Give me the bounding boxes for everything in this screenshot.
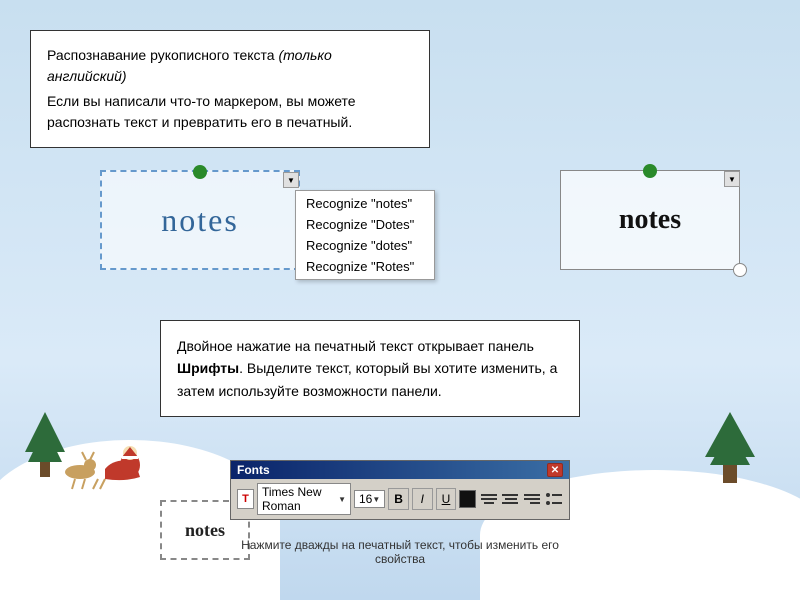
handwritten-dropdown-arrow[interactable]: ▼: [283, 172, 299, 188]
align-left-button[interactable]: [479, 489, 498, 509]
resize-handle[interactable]: [733, 263, 747, 277]
info-top-title: Распознавание рукописного текста (только…: [47, 45, 413, 87]
font-name-selector[interactable]: Times New Roman ▼: [257, 483, 351, 515]
fonts-caption: Нажмите дважды на печатный текст, чтобы …: [230, 538, 570, 566]
info-box-top: Распознавание рукописного текста (только…: [30, 30, 430, 148]
align-center-button[interactable]: [501, 489, 520, 509]
recognized-text: notes: [619, 204, 681, 236]
context-menu-item-3[interactable]: Recognize "dotes": [296, 235, 434, 256]
fonts-toolbar-body: T Times New Roman ▼ 16 ▼ B I U: [231, 479, 569, 519]
font-size-selector[interactable]: 16 ▼: [354, 490, 385, 508]
font-name-text: Times New Roman: [262, 485, 338, 513]
context-menu-item-1[interactable]: Recognize "notes": [296, 193, 434, 214]
context-menu-item-2[interactable]: Recognize "Dotes": [296, 214, 434, 235]
green-dot-left: [193, 165, 207, 179]
recognized-box: notes ▼: [560, 170, 740, 270]
fonts-toolbar-title: Fonts: [237, 463, 270, 477]
main-content: Распознавание рукописного текста (только…: [0, 0, 800, 600]
italic-text: (только английский): [47, 47, 332, 84]
info-top-description: Если вы написали что-то маркером, вы мож…: [47, 91, 413, 133]
fonts-titlebar: Fonts ✕: [231, 461, 569, 479]
context-menu: Recognize "notes" Recognize "Dotes" Reco…: [295, 190, 435, 280]
italic-button[interactable]: I: [412, 488, 433, 510]
fonts-caption-text: Нажмите дважды на печатный текст, чтобы …: [241, 538, 559, 566]
underline-button[interactable]: U: [436, 488, 457, 510]
list-button[interactable]: [544, 489, 563, 509]
info-box-bottom: Двойное нажатие на печатный текст открыв…: [160, 320, 580, 417]
recognition-area: notes ▼ Recognize "notes" Recognize "Dot…: [100, 160, 740, 290]
recognized-dropdown-arrow[interactable]: ▼: [724, 171, 740, 187]
context-menu-item-4[interactable]: Recognize "Rotes": [296, 256, 434, 277]
info-bottom-text1: Двойное нажатие на печатный текст открыв…: [177, 338, 534, 354]
info-bottom-bold: Шрифты: [177, 360, 239, 376]
handwritten-box: notes ▼: [100, 170, 300, 270]
align-right-button[interactable]: [523, 489, 542, 509]
handwritten-text: notes: [161, 202, 239, 239]
bold-button[interactable]: B: [388, 488, 409, 510]
fonts-toolbar: Fonts ✕ T Times New Roman ▼ 16 ▼ B I U: [230, 460, 570, 520]
font-name-arrow[interactable]: ▼: [338, 495, 346, 504]
font-size-text: 16: [359, 492, 372, 506]
font-color-picker[interactable]: [459, 490, 476, 508]
font-size-arrow[interactable]: ▼: [372, 495, 380, 504]
fonts-close-button[interactable]: ✕: [547, 463, 563, 477]
green-dot-right: [643, 164, 657, 178]
font-type-icon: T: [237, 489, 254, 509]
